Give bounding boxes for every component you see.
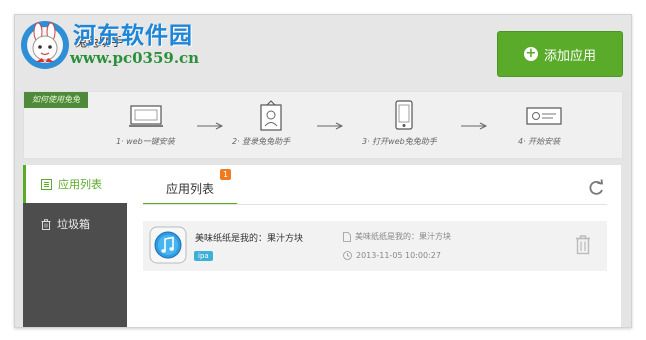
tab-app-list[interactable]: 应用列表 1	[143, 169, 237, 205]
sidebar: 应用列表 垃圾箱	[23, 165, 127, 327]
file-name: 美味纸纸是我的：果汁方块	[343, 231, 451, 242]
main-panel: 应用列表 垃圾箱 应用列表 1 美味纸纸是我的：果汁方块 ipa 美味纸纸是我的…	[23, 165, 621, 327]
logo-icon	[21, 21, 69, 69]
plus-icon: +	[523, 46, 538, 61]
phone-icon	[395, 100, 413, 130]
laptop-icon	[129, 105, 163, 127]
sidebar-item-label: 应用列表	[58, 178, 102, 191]
file-icon	[343, 231, 351, 242]
file-name-text: 美味纸纸是我的：果汁方块	[355, 232, 451, 241]
usage-guide: 如何使用兔兔 1· web一键安装 2· 登录兔兔助手 3· 打开web兔兔助手…	[23, 91, 623, 159]
app-row[interactable]: 美味纸纸是我的：果汁方块 ipa 美味纸纸是我的：果汁方块 2013-11-05…	[143, 221, 607, 271]
step-2-label: 2· 登录兔兔助手	[232, 137, 291, 146]
guide-badge: 如何使用兔兔	[24, 92, 88, 108]
app-window: 兔兔助手 河东软件园 www.pc0359.cn + 添加应用 如何使用兔兔 1…	[14, 14, 632, 328]
file-type-badge: ipa	[194, 251, 213, 261]
watermark-title: 河东软件园	[73, 23, 193, 49]
arrow-icon	[317, 122, 344, 130]
clock-icon	[343, 251, 352, 260]
add-app-button[interactable]: + 添加应用	[497, 31, 623, 77]
arrow-icon	[197, 122, 224, 130]
timestamp-text: 2013-11-05 10:00:27	[356, 251, 441, 260]
sidebar-item-app-list[interactable]: 应用列表	[23, 165, 127, 203]
install-icon	[526, 107, 562, 125]
itunes-icon	[149, 226, 187, 264]
add-app-label: 添加应用	[543, 48, 596, 64]
step-3-label: 3· 打开web兔兔助手	[362, 137, 437, 146]
app-title: 美味纸纸是我的：果汁方块	[195, 234, 304, 244]
content-area: 应用列表 1 美味纸纸是我的：果汁方块 ipa 美味纸纸是我的：果汁方块 201…	[127, 165, 621, 327]
timestamp: 2013-11-05 10:00:27	[343, 251, 441, 260]
tab-divider	[143, 204, 607, 205]
refresh-icon[interactable]	[587, 179, 605, 197]
tab-label: 应用列表	[165, 181, 214, 196]
login-icon	[260, 100, 282, 131]
list-icon	[41, 178, 52, 190]
count-badge: 1	[220, 169, 231, 180]
arrow-icon	[461, 122, 488, 130]
trash-icon	[41, 218, 51, 230]
sidebar-item-label: 垃圾箱	[57, 218, 90, 231]
sidebar-item-trash[interactable]: 垃圾箱	[23, 205, 127, 243]
watermark-url: www.pc0359.cn	[70, 49, 200, 67]
header: 兔兔助手 河东软件园 www.pc0359.cn + 添加应用	[15, 15, 631, 91]
step-1-label: 1· web一键安装	[116, 137, 175, 146]
step-4-label: 4· 开始安装	[518, 137, 561, 146]
delete-icon[interactable]	[575, 235, 591, 255]
